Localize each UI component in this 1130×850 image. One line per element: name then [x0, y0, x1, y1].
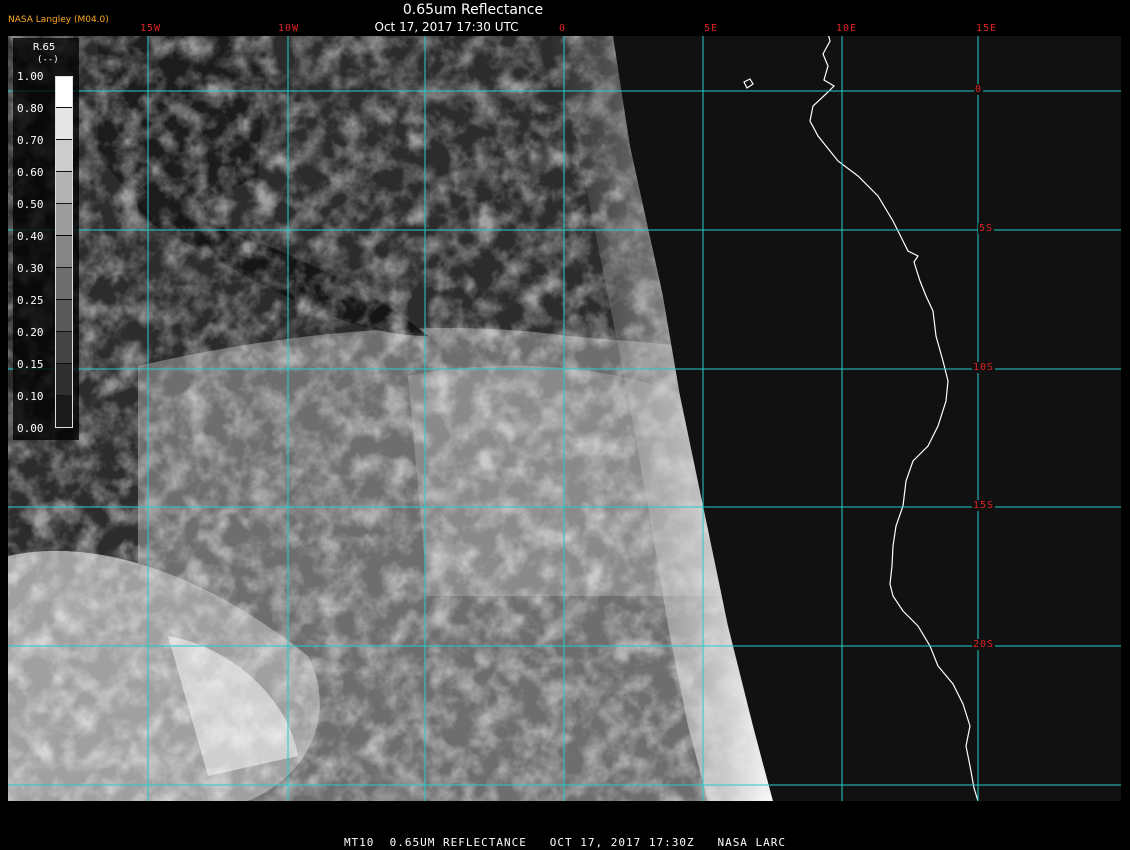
legend-tick: 0.30: [17, 262, 44, 275]
legend-variable: R.65: [32, 42, 56, 53]
lat-label: 0: [974, 84, 984, 95]
legend-tick: 1.00: [17, 70, 44, 83]
legend-tick: 0.15: [17, 358, 44, 371]
image-timestamp: Oct 17, 2017 17:30 UTC: [374, 20, 519, 34]
legend-tick: 0.80: [17, 102, 44, 115]
lat-label: 20S: [972, 639, 996, 650]
legend-tick: 0.20: [17, 326, 44, 339]
lon-label: 15E: [976, 23, 998, 34]
map-canvas: [8, 36, 1121, 801]
lon-label: 5E: [704, 23, 719, 34]
lon-label: 10W: [278, 23, 300, 34]
coastline: [809, 36, 979, 801]
legend-tick: 0.60: [17, 166, 44, 179]
lon-label: 15W: [140, 23, 162, 34]
coastline-island: [743, 78, 754, 89]
legend-unit: (--): [37, 55, 59, 65]
lat-label: 5S: [978, 223, 995, 234]
legend-tick: 0.70: [17, 134, 44, 147]
color-legend: R.65 (--) 1.00 0.80 0.70 0.60 0.50 0.40 …: [13, 38, 79, 440]
legend-tick: 0.25: [17, 294, 44, 307]
legend-bar-outline: [55, 76, 73, 428]
legend-tick: 0.10: [17, 390, 44, 403]
lon-label: 0: [559, 23, 567, 34]
legend-tick: 0.50: [17, 198, 44, 211]
image-title: 0.65um Reflectance: [402, 2, 544, 18]
lon-label: 10E: [836, 23, 858, 34]
footer-caption: MT10 0.65UM REFLECTANCE OCT 17, 2017 17:…: [343, 836, 787, 849]
legend-tick: 0.40: [17, 230, 44, 243]
lat-label: 15S: [972, 500, 996, 511]
satellite-image: [8, 36, 1121, 801]
lat-label: 10S: [972, 362, 996, 373]
legend-tick: 0.00: [17, 422, 44, 435]
